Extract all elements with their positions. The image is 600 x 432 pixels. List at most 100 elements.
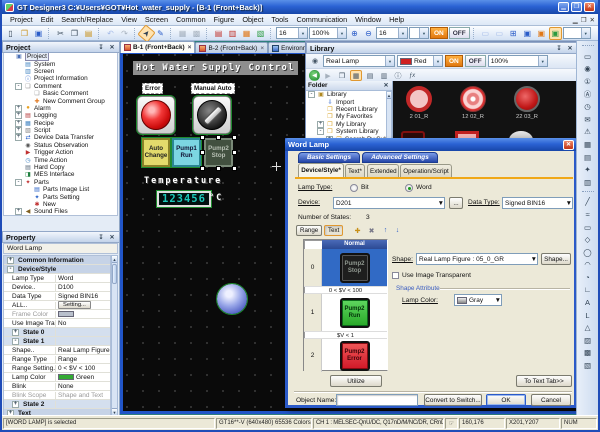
- back-screen-button[interactable]: ▥: [226, 27, 239, 40]
- toolbar-grip[interactable]: [582, 191, 594, 194]
- temperature-value-display[interactable]: 123456: [157, 191, 211, 207]
- close-icon[interactable]: ✕: [566, 45, 574, 52]
- state-row-2[interactable]: Pump2Error: [322, 339, 387, 372]
- library-category-select[interactable]: Real Lamp▼: [323, 55, 395, 67]
- line-tool-icon[interactable]: ╱: [579, 196, 596, 209]
- scroll-down-icon[interactable]: ▼: [112, 408, 117, 415]
- minimize-button[interactable]: ▁: [558, 2, 569, 12]
- folder-scrollbar[interactable]: ▲: [386, 91, 392, 139]
- menu-item[interactable]: Edit: [37, 15, 58, 24]
- expand-icon[interactable]: -: [12, 338, 19, 345]
- device-view-button[interactable]: ⊞: [507, 27, 520, 40]
- switch-tool-icon[interactable]: ▭: [579, 50, 596, 63]
- info-icon[interactable]: ⓘ: [392, 70, 404, 81]
- zoom-select[interactable]: 100%▼: [309, 27, 347, 39]
- temperature-unit[interactable]: °C: [209, 193, 223, 203]
- comment-display-tool-icon[interactable]: ✉: [579, 113, 596, 126]
- tab-text[interactable]: Text*: [345, 164, 365, 177]
- folder-up-icon[interactable]: ❒: [336, 70, 348, 81]
- selection-handle[interactable]: [216, 135, 221, 140]
- text-tool-icon[interactable]: A: [579, 296, 596, 309]
- paste-button[interactable]: ▤: [82, 27, 95, 40]
- triangle-tool-icon[interactable]: △: [579, 321, 596, 334]
- property-row[interactable]: BlinkNone: [4, 382, 110, 391]
- scroll-up-icon[interactable]: ▲: [112, 256, 117, 263]
- library-item[interactable]: 22 03_R: [507, 86, 547, 120]
- library-item-partial[interactable]: [509, 131, 533, 138]
- tab-operation-script[interactable]: Operation/Script: [400, 164, 452, 177]
- state-next-button[interactable]: ▣: [535, 27, 548, 40]
- selection-handle[interactable]: [232, 150, 237, 155]
- tree-item[interactable]: ✱ New: [4, 201, 117, 208]
- range-mode-button[interactable]: Range: [296, 225, 322, 236]
- pin-icon[interactable]: ↧: [97, 44, 105, 51]
- tree-item-project-root[interactable]: ▣ Project: [4, 53, 117, 60]
- property-row[interactable]: ALL..Setting...: [4, 301, 110, 310]
- object-name-input[interactable]: [336, 394, 418, 406]
- menu-item[interactable]: Common: [172, 15, 210, 24]
- device-input[interactable]: D201▼: [333, 197, 445, 209]
- object-frame-toggle[interactable]: ▣: [549, 27, 562, 40]
- library-tree-item[interactable]: ❒ Recent Library: [306, 106, 392, 113]
- screen-preview-button[interactable]: ▧: [254, 27, 267, 40]
- selector-switch-object[interactable]: [193, 96, 231, 134]
- library-item-partial[interactable]: [401, 131, 425, 138]
- property-row[interactable]: Lamp TypeWord: [4, 274, 110, 283]
- expand-icon[interactable]: +: [15, 112, 22, 119]
- manual-auto-label[interactable]: Manual Auto: [191, 83, 235, 94]
- error-lamp-label[interactable]: Error: [142, 83, 163, 94]
- temperature-label[interactable]: Temperature: [144, 176, 222, 186]
- expand-icon[interactable]: +: [15, 120, 22, 127]
- lamp-tool-icon[interactable]: ◉: [579, 63, 596, 76]
- data-type-select[interactable]: Signed BIN16▼: [502, 197, 573, 209]
- menu-item[interactable]: Window: [351, 15, 385, 24]
- state-row-0[interactable]: Pump2Stop: [322, 249, 387, 286]
- pump1-run-button[interactable]: Pump1Run: [172, 138, 201, 167]
- alarm-display-tool-icon[interactable]: ⚠: [579, 126, 596, 139]
- utilize-button[interactable]: Utilize: [330, 375, 382, 387]
- selection-handle[interactable]: [232, 135, 237, 140]
- expand-icon[interactable]: +: [12, 401, 19, 408]
- circle-tool-icon[interactable]: ◯: [579, 246, 596, 259]
- pump2-stop-button[interactable]: Pump2Stop: [204, 138, 233, 167]
- bit-radio[interactable]: [350, 184, 358, 192]
- tree-item[interactable]: ◷ Time Action: [4, 156, 117, 163]
- tree-item[interactable]: + ▧ Script: [4, 127, 117, 134]
- ascii-display-tool-icon[interactable]: Ⓐ: [579, 88, 596, 101]
- scrollbar-thumb[interactable]: [112, 264, 117, 284]
- word-radio-label[interactable]: Word: [416, 184, 432, 191]
- selection-handle[interactable]: [232, 166, 237, 171]
- undo-button[interactable]: ↶: [104, 27, 117, 40]
- move-up-icon[interactable]: ↑: [380, 225, 391, 236]
- menu-item[interactable]: Screen: [141, 15, 172, 24]
- library-on-toggle[interactable]: ON: [445, 55, 463, 67]
- expand-icon[interactable]: -: [15, 83, 22, 90]
- state-prev-button[interactable]: ▣: [521, 27, 534, 40]
- property-category[interactable]: +State 0: [4, 328, 110, 337]
- use-image-transparent-checkbox[interactable]: [392, 272, 399, 279]
- select-tool-button[interactable]: ➤: [137, 24, 155, 42]
- expand-icon[interactable]: +: [15, 127, 22, 134]
- tab-b1-front-back[interactable]: B-1 (Front+Back)×: [120, 41, 195, 53]
- new-button[interactable]: ▯: [4, 27, 17, 40]
- pin-icon[interactable]: ↧: [97, 234, 105, 241]
- tree-item[interactable]: ▤ System: [4, 60, 117, 67]
- back-icon[interactable]: ◀: [309, 70, 320, 81]
- expand-icon[interactable]: -: [308, 91, 315, 98]
- text-mode-button[interactable]: Text: [324, 225, 343, 236]
- import-tool-icon[interactable]: ▧: [579, 359, 596, 372]
- library-item[interactable]: 12 02_R: [453, 86, 493, 120]
- maximize-button[interactable]: ❐: [571, 2, 582, 12]
- parts-display-tool-icon[interactable]: ✦: [579, 163, 596, 176]
- property-category[interactable]: -State 1: [4, 337, 110, 346]
- pump2-stop-selected-object[interactable]: Pump2Stop: [202, 137, 235, 169]
- property-category[interactable]: +Common Information: [4, 256, 110, 265]
- property-row[interactable]: Range Setting..0 < $V < 100: [4, 364, 110, 373]
- shape-select[interactable]: Real Lamp Figure : 05_0_GR▼: [416, 253, 538, 265]
- tree-item[interactable]: ◨ MES Interface: [4, 171, 117, 178]
- display-mode-select[interactable]: ▼: [409, 27, 429, 39]
- tab-extended[interactable]: Extended: [367, 164, 399, 177]
- advanced-settings-group-tab[interactable]: Advanced Settings: [362, 152, 438, 163]
- word-radio[interactable]: [405, 184, 413, 192]
- property-object-selector[interactable]: Word Lamp: [3, 243, 118, 254]
